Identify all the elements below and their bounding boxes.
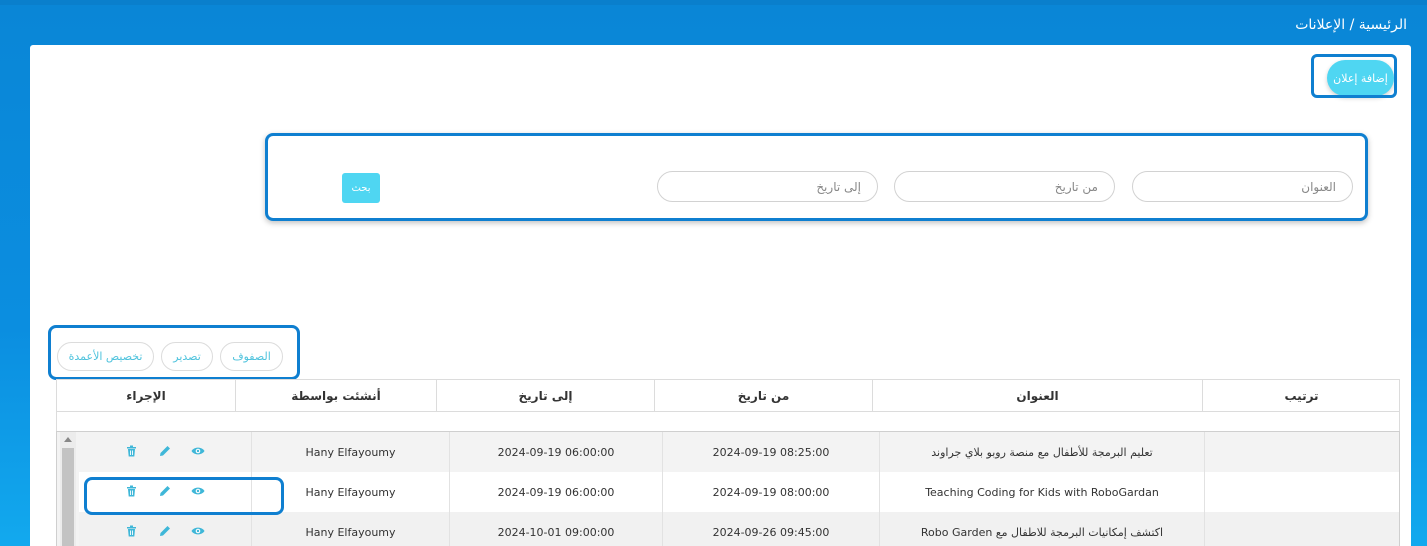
header-action: الإجراء <box>126 388 166 403</box>
to-date-input[interactable]: إلى تاريخ <box>657 171 878 202</box>
table-spacer <box>56 412 1400 431</box>
search-button[interactable]: بحث <box>342 173 380 203</box>
eye-icon[interactable] <box>191 444 205 458</box>
top-bar <box>0 0 1427 5</box>
pencil-icon[interactable] <box>158 444 172 458</box>
pencil-icon[interactable] <box>158 524 172 538</box>
scroll-thumb[interactable] <box>62 448 74 546</box>
cell-created-by: Hany Elfayoumy <box>251 432 449 472</box>
main-panel: إضافة إعلان العنوان من تاريخ إلى تاريخ ب… <box>30 45 1411 546</box>
cell-created-by: Hany Elfayoumy <box>251 512 449 546</box>
cell-from-date: 2024-09-19 08:00:00 <box>662 472 879 512</box>
trash-icon[interactable] <box>124 444 138 458</box>
rows-button[interactable]: الصفوف <box>220 342 283 371</box>
table-row: تعليم البرمجة للأطفال مع منصة روبو بلاي … <box>79 432 1399 472</box>
table-row: اكتشف إمكانيات البرمجة للاطفال مع Robo G… <box>79 512 1399 546</box>
title-search-input[interactable]: العنوان <box>1132 171 1353 202</box>
cell-title: تعليم البرمجة للأطفال مع منصة روبو بلاي … <box>879 432 1204 472</box>
add-button-highlight <box>1311 54 1397 98</box>
title-placeholder: العنوان <box>1301 179 1336 194</box>
cell-order <box>1204 472 1401 512</box>
trash-icon[interactable] <box>124 524 138 538</box>
cell-to-date: 2024-09-19 06:00:00 <box>449 472 662 512</box>
cell-from-date: 2024-09-19 08:25:00 <box>662 432 879 472</box>
cell-title: Teaching Coding for Kids with RoboGardan <box>879 472 1204 512</box>
customize-columns-button[interactable]: تخصيص الأعمدة <box>57 342 154 371</box>
cell-order <box>1204 512 1401 546</box>
cell-to-date: 2024-09-19 06:00:00 <box>449 432 662 472</box>
eye-icon[interactable] <box>191 524 205 538</box>
cell-to-date: 2024-10-01 09:00:00 <box>449 512 662 546</box>
vertical-scrollbar[interactable] <box>60 432 76 546</box>
header-to-date[interactable]: إلى تاريخ <box>436 380 654 411</box>
export-button[interactable]: تصدير <box>161 342 213 371</box>
row-actions-highlight <box>84 477 284 515</box>
search-form: العنوان من تاريخ إلى تاريخ <box>265 133 1368 221</box>
cell-actions <box>79 432 251 472</box>
table-header: ترتيب العنوان من تاريخ إلى تاريخ أنشئت ب… <box>56 379 1400 412</box>
header-created-by[interactable]: أنشئت بواسطة <box>235 380 436 411</box>
header-title[interactable]: العنوان <box>872 380 1202 411</box>
header-from-date[interactable]: من تاريخ <box>654 380 872 411</box>
scroll-up-arrow-icon[interactable] <box>64 437 72 442</box>
cell-from-date: 2024-09-26 09:45:00 <box>662 512 879 546</box>
cell-order <box>1204 432 1401 472</box>
cell-title: اكتشف إمكانيات البرمجة للاطفال مع Robo G… <box>879 512 1204 546</box>
cell-actions <box>79 512 251 546</box>
header-order[interactable]: ترتيب <box>1202 380 1400 411</box>
from-date-input[interactable]: من تاريخ <box>894 171 1115 202</box>
from-date-placeholder: من تاريخ <box>1054 179 1098 194</box>
to-date-placeholder: إلى تاريخ <box>816 179 861 194</box>
breadcrumb: الرئيسية / الإعلانات <box>1295 17 1407 33</box>
